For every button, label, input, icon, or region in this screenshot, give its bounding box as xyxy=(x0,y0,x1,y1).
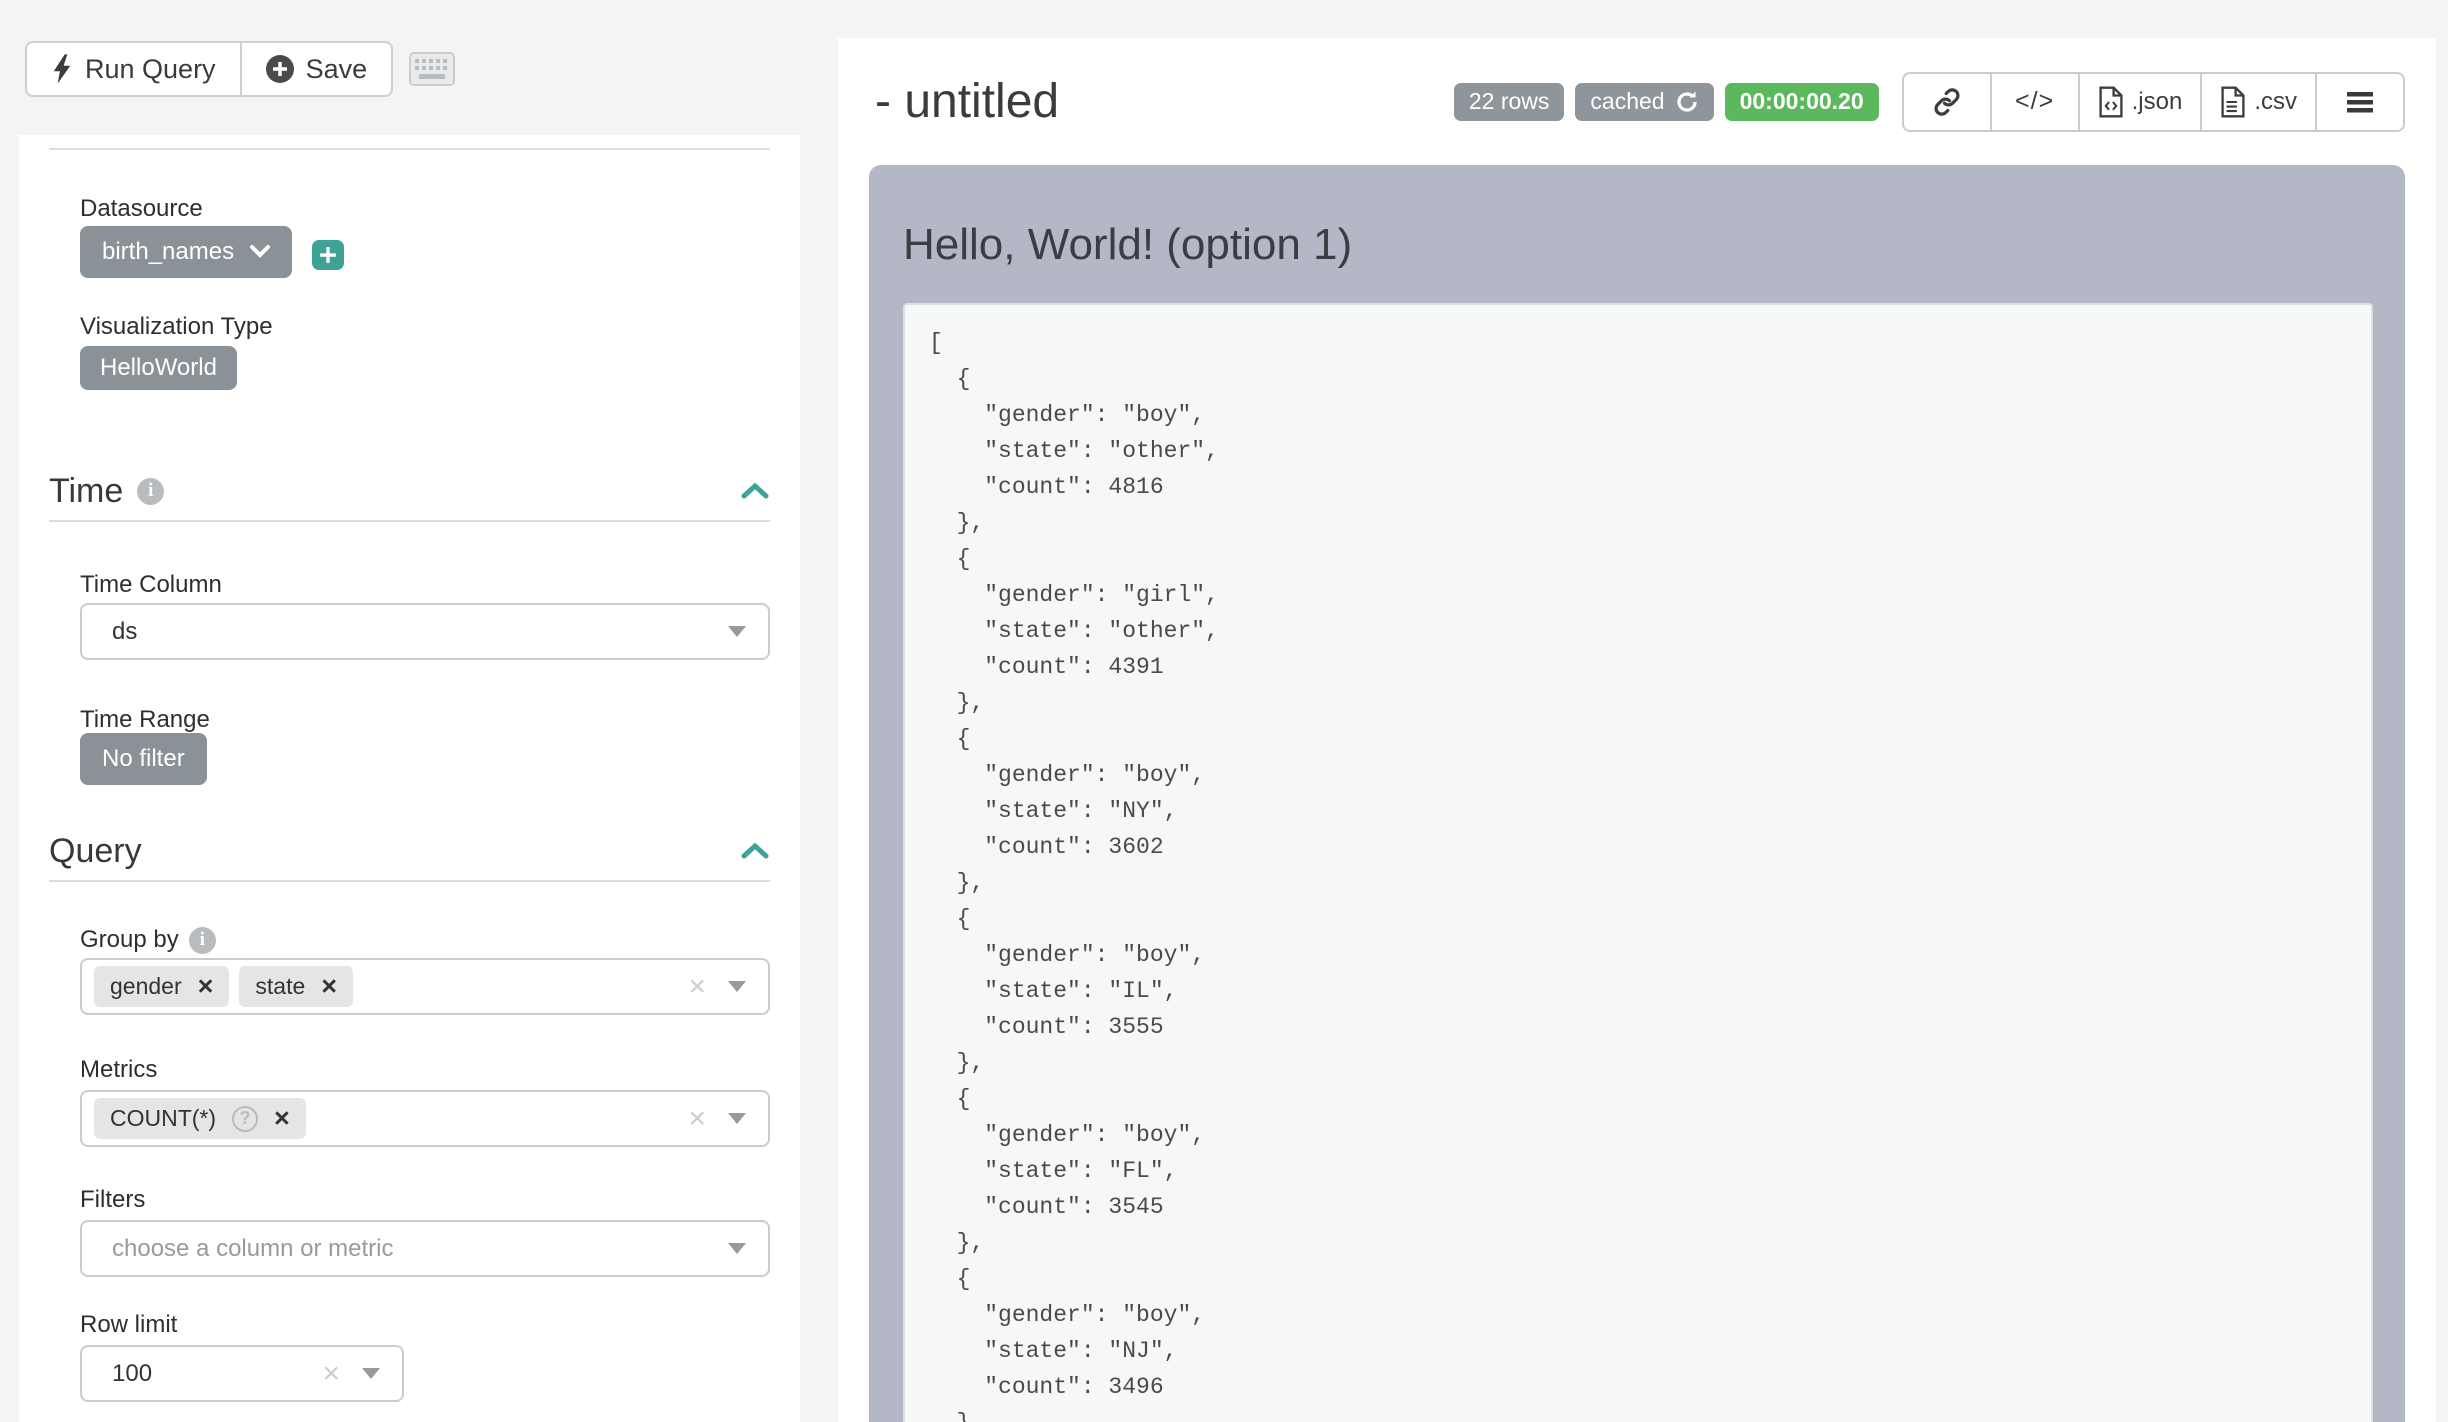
clear-select-icon[interactable]: × xyxy=(688,1104,706,1134)
result-header: - untitled 22 rows cached 00:00:00.20 xyxy=(838,38,2436,165)
datasource-label: Datasource xyxy=(80,194,770,224)
tag-label: state xyxy=(255,973,305,1000)
plus-circle-icon xyxy=(266,55,294,83)
metrics-select[interactable]: COUNT(*)? × × xyxy=(80,1090,770,1147)
select-caret-icon[interactable] xyxy=(728,1113,746,1124)
time-section-title: Time i xyxy=(49,470,164,512)
select-tag[interactable]: COUNT(*)? × xyxy=(94,1098,306,1139)
select-caret-icon[interactable] xyxy=(362,1368,380,1379)
short-link-button[interactable] xyxy=(1902,72,1992,132)
clear-select-icon[interactable]: × xyxy=(688,972,706,1002)
metrics-tags: COUNT(*)? × xyxy=(94,1098,306,1139)
filters-label: Filters xyxy=(80,1185,770,1215)
visualization-title: Hello, World! (option 1) xyxy=(903,217,2373,273)
select-caret-icon[interactable] xyxy=(728,1243,746,1254)
time-column-label: Time Column xyxy=(80,570,770,600)
remove-tag-icon[interactable]: × xyxy=(274,1105,290,1132)
time-column-value: ds xyxy=(94,618,137,646)
tag-label: gender xyxy=(110,973,182,1000)
cached-badge[interactable]: cached xyxy=(1575,83,1713,121)
time-range-value: No filter xyxy=(102,745,185,773)
query-toolbar: Run Query Save xyxy=(25,41,455,97)
group-by-select[interactable]: gender × state × × xyxy=(80,958,770,1015)
lightning-icon xyxy=(51,54,73,84)
json-file-icon xyxy=(2098,86,2124,118)
select-caret-icon[interactable] xyxy=(728,626,746,637)
datasource-value: birth_names xyxy=(102,238,234,266)
hamburger-menu-icon xyxy=(2345,90,2375,114)
view-query-button[interactable]: </> xyxy=(1990,72,2080,132)
group-by-label: Group by xyxy=(80,925,179,955)
chevron-down-icon xyxy=(250,245,270,259)
group-by-tags: gender × state × xyxy=(94,966,353,1007)
row-limit-value: 100 xyxy=(94,1360,152,1388)
row-limit-select[interactable]: 100 × xyxy=(80,1345,404,1402)
info-icon: i xyxy=(137,478,164,505)
tag-label: COUNT(*) xyxy=(110,1105,216,1132)
viz-type-value: HelloWorld xyxy=(100,354,217,382)
section-divider xyxy=(49,520,770,522)
query-duration-badge: 00:00:00.20 xyxy=(1725,83,1879,121)
csv-file-icon xyxy=(2220,86,2246,118)
explore-control-panel: Datasource birth_names Visualization Typ… xyxy=(19,135,800,1422)
keyboard-shortcuts-icon[interactable] xyxy=(409,52,455,86)
json-result-text: [ { "gender": "boy", "state": "other", "… xyxy=(929,325,2371,1422)
time-range-button[interactable]: No filter xyxy=(80,733,207,785)
refresh-icon[interactable] xyxy=(1675,90,1699,114)
collapse-query-section-icon[interactable] xyxy=(740,841,770,861)
export-button-group: </> .json xyxy=(1902,72,2405,132)
datasource-selector-button[interactable]: birth_names xyxy=(80,226,292,278)
visualization-panel: Hello, World! (option 1) [ { "gender": "… xyxy=(869,165,2405,1422)
json-result-block: [ { "gender": "boy", "state": "other", "… xyxy=(903,303,2373,1422)
panel-divider xyxy=(49,148,770,150)
filters-select[interactable]: choose a column or metric xyxy=(80,1220,770,1277)
row-count-badge: 22 rows xyxy=(1454,83,1565,121)
remove-tag-icon[interactable]: × xyxy=(321,973,337,1000)
export-csv-button[interactable]: .csv xyxy=(2200,72,2317,132)
metrics-label: Metrics xyxy=(80,1055,770,1085)
run-query-label: Run Query xyxy=(85,54,216,85)
chart-menu-button[interactable] xyxy=(2315,72,2405,132)
save-button[interactable]: Save xyxy=(240,41,394,97)
code-icon: </> xyxy=(2015,87,2054,116)
result-panel: - untitled 22 rows cached 00:00:00.20 xyxy=(838,38,2436,1422)
select-caret-icon[interactable] xyxy=(728,981,746,992)
save-label: Save xyxy=(306,54,368,85)
select-tag[interactable]: state × xyxy=(239,966,353,1007)
add-datasource-icon[interactable] xyxy=(312,240,344,270)
slice-title[interactable]: - untitled xyxy=(875,74,1059,129)
collapse-time-section-icon[interactable] xyxy=(740,481,770,501)
row-limit-label: Row limit xyxy=(80,1310,770,1340)
info-icon: i xyxy=(189,927,216,954)
viz-type-label: Visualization Type xyxy=(80,312,770,342)
clear-select-icon[interactable]: × xyxy=(322,1359,340,1389)
time-column-select[interactable]: ds xyxy=(80,603,770,660)
remove-tag-icon[interactable]: × xyxy=(198,973,214,1000)
export-json-button[interactable]: .json xyxy=(2078,72,2203,132)
time-range-label: Time Range xyxy=(80,705,770,735)
select-tag[interactable]: gender × xyxy=(94,966,229,1007)
section-divider xyxy=(49,880,770,882)
filters-placeholder: choose a column or metric xyxy=(94,1235,393,1263)
query-section-title: Query xyxy=(49,830,142,872)
question-icon: ? xyxy=(232,1106,258,1132)
viz-type-selector-button[interactable]: HelloWorld xyxy=(80,346,237,390)
link-icon xyxy=(1932,87,1962,117)
run-query-button[interactable]: Run Query xyxy=(25,41,242,97)
